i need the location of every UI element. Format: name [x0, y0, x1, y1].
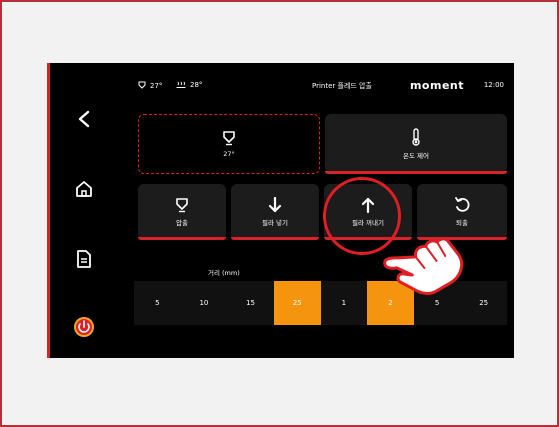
distance-option[interactable]: 1 [320, 281, 368, 325]
distance-option[interactable]: 10 [180, 281, 228, 325]
nozzle-status: 27° [138, 81, 162, 90]
pointing-hand-icon [383, 237, 464, 295]
accent-bar [138, 237, 226, 240]
back-icon[interactable] [72, 107, 96, 131]
screen-title: Printer 플레드 압출 [312, 82, 372, 90]
printer-screen: 27° 28° Printer 플레드 압출 moment 12:00 27° … [47, 63, 514, 358]
home-icon[interactable] [72, 177, 96, 201]
status-bar: 27° 28° Printer 플레드 압출 moment 12:00 [138, 79, 504, 95]
clock: 12:00 [483, 81, 504, 89]
extrude-button[interactable]: 압출 [138, 184, 226, 240]
document-icon[interactable] [72, 247, 96, 271]
bed-status: 28° [176, 81, 202, 89]
nozzle-icon [138, 81, 146, 89]
distance-option[interactable]: 5 [134, 281, 181, 325]
accent-bar [231, 237, 319, 240]
extrude-label: 압출 [176, 219, 188, 227]
arrow-down-icon [268, 197, 282, 213]
undo-icon [455, 197, 470, 212]
bed-temp-text: 28° [190, 81, 203, 89]
temp-control-card[interactable]: 온도 제어 [325, 114, 507, 174]
emergency-stop-icon[interactable] [72, 315, 96, 339]
temp-control-label: 온도 제어 [403, 152, 429, 160]
accent-bar [325, 171, 507, 174]
distance-option-selected[interactable]: 25 [273, 281, 321, 325]
nozzle-temp-text: 27° [150, 81, 163, 90]
nozzle-icon [223, 131, 235, 146]
nozzle-icon [176, 198, 188, 213]
distance-option[interactable]: 15 [227, 281, 274, 325]
heated-bed-icon [176, 81, 186, 88]
nozzle-temp-value: 27° [223, 150, 235, 158]
filament-insert-button[interactable]: 필라 넣기 [231, 184, 319, 240]
brand-logo: moment [409, 79, 464, 92]
thermometer-icon [412, 128, 420, 146]
sidebar [50, 63, 120, 358]
filament-insert-label: 필라 넣기 [262, 219, 288, 227]
nozzle-temp-card[interactable]: 27° [138, 114, 320, 174]
distance-label: 거리 (mm) [208, 269, 240, 277]
